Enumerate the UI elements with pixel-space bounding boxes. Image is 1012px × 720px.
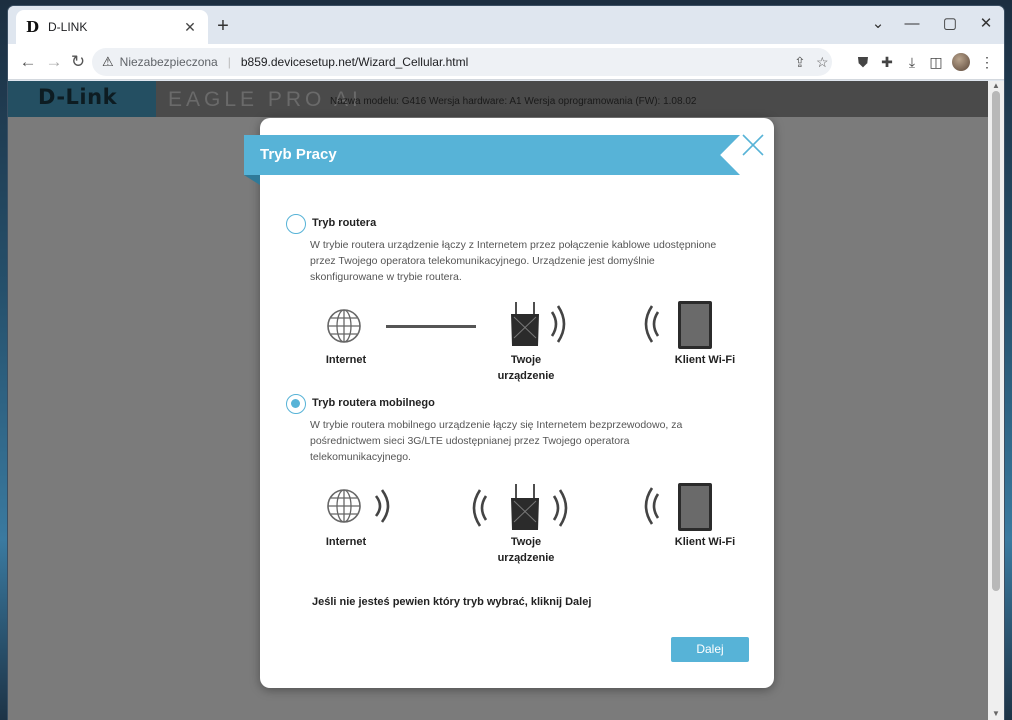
model-info: Nazwa modelu: G416 Wersja hardware: A1 W…: [330, 96, 697, 107]
wired-connection-line: [386, 325, 476, 328]
close-window-button[interactable]: ✕: [968, 12, 1004, 36]
scroll-down-arrow-icon[interactable]: ▼: [988, 709, 1004, 718]
device-label-line2: urządzenie: [497, 370, 555, 382]
mobile-router-mode-label[interactable]: Tryb routera mobilnego: [312, 397, 435, 409]
mobile-router-mode-diagram: Internet Twoje urządzenie Klient Wi-Fi: [290, 482, 750, 572]
dialog-title: Tryb Pracy: [260, 146, 337, 163]
router-mode-radio[interactable]: [286, 214, 306, 234]
bookmark-star-icon[interactable]: ☆: [816, 48, 829, 76]
hint-text: Jeśli nie jesteś pewien który tryb wybra…: [312, 596, 592, 608]
internet-label: Internet: [325, 536, 367, 548]
close-icon[interactable]: [740, 132, 766, 158]
menu-kebab-icon[interactable]: ⋮: [978, 53, 996, 71]
globe-icon: [327, 309, 361, 343]
client-label: Klient Wi-Fi: [674, 354, 736, 366]
new-tab-button[interactable]: +: [213, 16, 233, 36]
tab-search-chevron-icon[interactable]: ⌄: [860, 12, 896, 36]
site-header: D-Link EAGLE PRO AI Nazwa modelu: G416 W…: [8, 81, 988, 117]
internet-label: Internet: [325, 354, 367, 366]
scroll-thumb[interactable]: [992, 91, 1000, 591]
mobile-router-mode-radio[interactable]: [286, 394, 306, 414]
tab-close-icon[interactable]: ✕: [182, 19, 198, 36]
browser-toolbar: ← → ↻ ⚠ Niezabezpieczona | b859.devicese…: [8, 44, 1004, 80]
browser-window: D D-LINK ✕ + ⌄ — ▢ ✕ ← → ↻ ⚠ Niezabezpie…: [8, 6, 1004, 720]
back-arrow-icon[interactable]: ←: [18, 52, 38, 72]
mode-dialog: Tryb Pracy Tryb routera W trybie routera…: [244, 118, 774, 688]
router-device-icon: [511, 302, 566, 346]
share-icon[interactable]: ⇪: [794, 48, 806, 76]
warning-triangle-icon[interactable]: ⚠: [102, 54, 114, 70]
router-device-wireless-icon: [472, 484, 568, 530]
wifi-client-tablet-icon: [644, 483, 712, 531]
mobile-router-mode-description: W trybie routera mobilnego urządzenie łą…: [310, 419, 683, 463]
maximize-button[interactable]: ▢: [932, 12, 968, 36]
router-mode-description: W trybie routera urządzenie łączy z Inte…: [310, 239, 717, 283]
shield-extension-icon[interactable]: ⛊: [854, 53, 872, 71]
minimize-button[interactable]: —: [894, 12, 930, 36]
profile-avatar[interactable]: [952, 53, 970, 71]
download-icon[interactable]: ⤓: [903, 53, 921, 71]
tab-strip: D D-LINK ✕ + ⌄ — ▢ ✕: [8, 6, 1004, 44]
device-label-line1: Twoje: [510, 354, 542, 366]
globe-wireless-icon: [327, 489, 390, 523]
page-viewport: D-Link EAGLE PRO AI Nazwa modelu: G416 W…: [8, 81, 1004, 720]
client-label: Klient Wi-Fi: [674, 536, 736, 548]
security-label[interactable]: Niezabezpieczona: [120, 55, 218, 69]
ribbon-fold: [244, 175, 260, 185]
url-text[interactable]: b859.devicesetup.net/Wizard_Cellular.htm…: [241, 55, 468, 69]
wifi-client-tablet-icon: [644, 301, 712, 349]
tab-title: D-LINK: [48, 20, 88, 34]
device-label-line2: urządzenie: [497, 552, 555, 564]
dialog-title-ribbon: Tryb Pracy: [244, 135, 740, 175]
router-mode-label[interactable]: Tryb routera: [312, 217, 376, 229]
reload-icon[interactable]: ↻: [68, 52, 88, 72]
logo-box: D-Link: [8, 81, 156, 117]
forward-arrow-icon[interactable]: →: [44, 52, 64, 72]
side-panel-icon[interactable]: ◫: [927, 53, 945, 71]
scroll-up-arrow-icon[interactable]: ▲: [988, 81, 1004, 90]
address-bar[interactable]: ⚠ Niezabezpieczona | b859.devicesetup.ne…: [92, 48, 832, 76]
dlink-logo: D-Link: [38, 85, 118, 109]
browser-tab[interactable]: D D-LINK ✕: [16, 10, 208, 44]
next-button[interactable]: Dalej: [671, 637, 749, 662]
device-label-line1: Twoje: [510, 536, 542, 548]
dlink-favicon-icon: D: [26, 18, 40, 36]
puzzle-extensions-icon[interactable]: ✚: [878, 53, 896, 71]
router-mode-diagram: Internet Twoje urządzenie Klient Wi-Fi: [290, 300, 750, 390]
address-separator: |: [227, 55, 231, 69]
page-scrollbar[interactable]: ▲ ▼: [988, 81, 1004, 720]
